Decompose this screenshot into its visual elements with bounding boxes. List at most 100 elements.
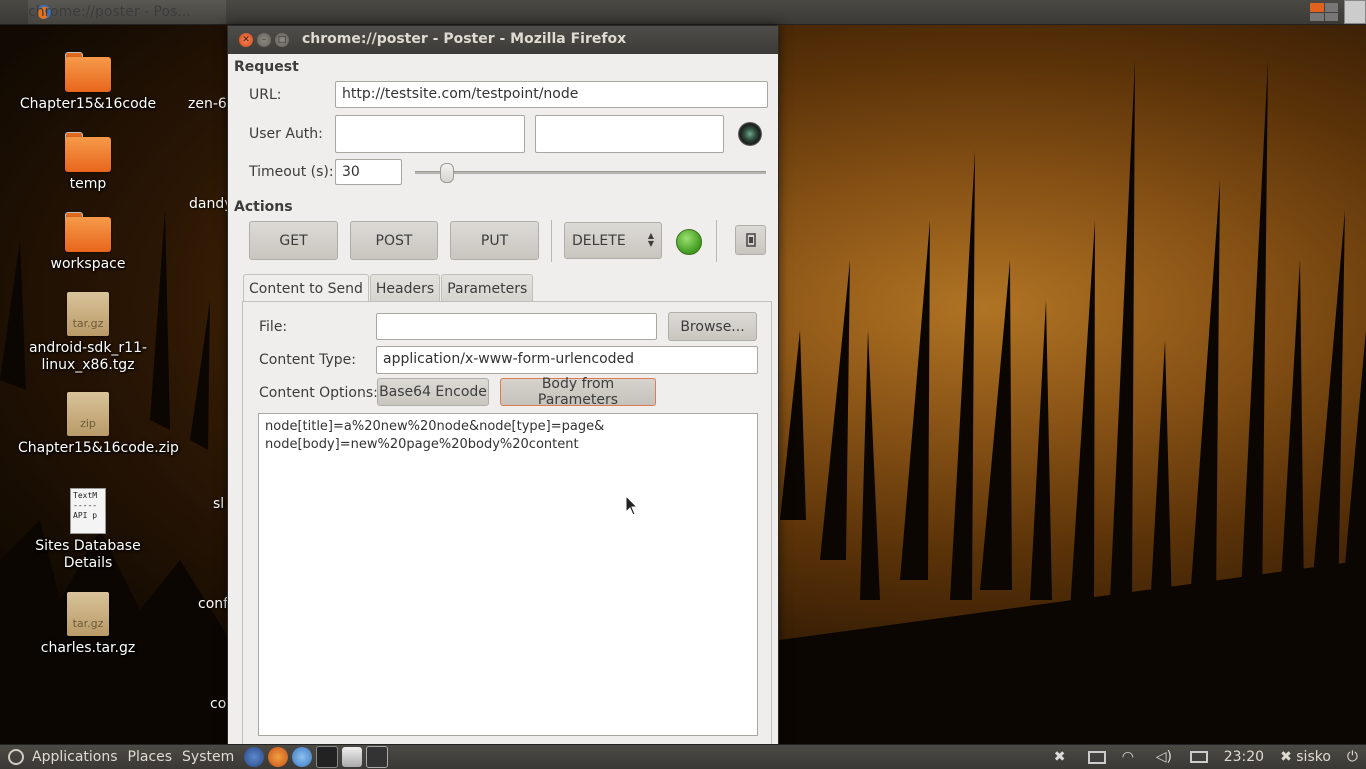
content-options-label: Content Options: (259, 385, 378, 401)
desktop-icon-label: workspace (50, 256, 126, 272)
request-body-textarea[interactable]: node[title]=a%20new%20node&node[type]=pa… (258, 413, 758, 736)
eclipse-launcher-icon[interactable] (244, 747, 265, 767)
request-body-line: node[title]=a%20new%20node&node[type]=pa… (265, 419, 605, 434)
tab-headers[interactable]: Headers (369, 274, 441, 302)
user-icon: ✖ (1280, 749, 1292, 765)
user-auth-username-input[interactable] (335, 115, 525, 153)
window-title: chrome://poster - Poster - Mozilla Firef… (302, 31, 627, 47)
desktop-icon-temp[interactable]: temp (13, 132, 163, 193)
window-titlebar[interactable]: ✕ – □ chrome://poster - Poster - Mozilla… (228, 26, 778, 54)
get-button[interactable]: GET (249, 221, 338, 260)
trash-icon[interactable] (1344, 0, 1366, 24)
taskbar-window-title: chrome://poster - Pos... (28, 4, 191, 20)
text-document-icon: TextM ----- API p (70, 488, 106, 534)
desktop-icon-sites-db[interactable]: TextM ----- API p Sites Database Details (13, 488, 163, 572)
content-type-label: Content Type: (259, 352, 357, 368)
content-to-send-panel: File: Browse... Content Type: applicatio… (242, 301, 772, 746)
desktop-icon-label-partial[interactable]: dandy (189, 196, 233, 212)
workspace-switcher[interactable] (1310, 3, 1338, 21)
desktop-icon-label: android-sdk_r11-linux_x86.tgz (28, 340, 148, 373)
top-right-applets (1310, 0, 1366, 24)
desktop-icon-chapter-zip[interactable]: zip Chapter15&16code.zip (13, 392, 179, 457)
clock[interactable]: 23:20 (1224, 749, 1264, 765)
timeout-input[interactable]: 30 (335, 159, 402, 185)
wifi-icon[interactable]: ◠ (1122, 749, 1140, 765)
bottom-panel: Applications Places System ✖ ◠ ◁) 23:20 … (0, 744, 1366, 769)
desktop-icon-label-partial[interactable]: conf (198, 596, 228, 612)
menu-applications[interactable]: Applications (32, 749, 118, 765)
body-from-parameters-button[interactable]: Body from Parameters (500, 376, 656, 408)
actions-separator (551, 220, 552, 262)
display-icon[interactable] (1087, 750, 1106, 764)
minimize-window-button[interactable]: – (257, 33, 271, 47)
base64-encode-button[interactable]: Base64 Encode (377, 378, 489, 406)
power-icon[interactable]: ⏻ (1347, 749, 1358, 765)
desktop-icon-label: Chapter15&16code (19, 96, 157, 112)
poster-window: ✕ – □ chrome://poster - Poster - Mozilla… (227, 25, 779, 746)
desktop-icon-label: charles.tar.gz (40, 640, 136, 656)
file-input[interactable] (376, 313, 657, 340)
browse-button[interactable]: Browse... (668, 312, 757, 341)
desktop-icon-label: Sites Database Details (35, 538, 141, 571)
folder-icon (65, 132, 111, 172)
request-body-line: node[body]=new%20page%20body%20content (265, 437, 579, 452)
desktop-icon-charles[interactable]: tar.gz charles.tar.gz (13, 592, 163, 657)
url-input[interactable]: http://testsite.com/testpoint/node (335, 81, 768, 108)
desktop-icon-label-partial[interactable]: co (210, 696, 226, 712)
save-settings-button[interactable] (735, 225, 766, 255)
auth-options-icon[interactable] (738, 122, 762, 146)
desktop-icon-label-partial[interactable]: zen-6. (188, 96, 231, 112)
tab-parameters[interactable]: Parameters (441, 274, 534, 302)
user-menu[interactable]: ✖ sisko (1280, 749, 1331, 765)
content-tabs: Content to Send Headers Parameters (243, 274, 534, 303)
timeout-slider[interactable] (415, 171, 766, 174)
browser-launcher-icon[interactable] (292, 747, 313, 767)
url-label: URL: (249, 87, 282, 103)
timeout-label: Timeout (s): (249, 164, 334, 180)
ubuntu-logo-icon (8, 749, 24, 765)
desktop-icon-label-partial[interactable]: sl (213, 496, 224, 512)
top-panel: chrome://poster - Pos... (0, 0, 1366, 25)
volume-icon[interactable]: ◁) (1156, 749, 1174, 765)
put-button[interactable]: PUT (450, 221, 539, 260)
taskbar-window-button[interactable]: chrome://poster - Pos... (28, 0, 226, 24)
actions-section-title: Actions (234, 199, 293, 215)
user-name: sisko (1296, 749, 1331, 765)
request-section-title: Request (234, 59, 299, 75)
terminal-launcher-icon[interactable] (316, 746, 339, 768)
select-arrows-icon: ▲ ▼ (647, 231, 654, 248)
method-select-value: DELETE (572, 232, 626, 249)
desktop-icon-workspace[interactable]: workspace (13, 212, 163, 273)
archive-icon: tar.gz (67, 592, 109, 636)
user-auth-label: User Auth: (249, 126, 323, 142)
content-type-input[interactable]: application/x-www-form-urlencoded (376, 346, 758, 374)
dropbox-icon[interactable]: ✖ (1054, 749, 1072, 765)
menu-places[interactable]: Places (128, 749, 173, 765)
folder-icon (65, 52, 111, 92)
folder-icon (65, 212, 111, 252)
desktop-icon-android-sdk[interactable]: tar.gz android-sdk_r11-linux_x86.tgz (13, 292, 163, 374)
firefox-launcher-icon[interactable] (268, 747, 289, 767)
tab-content-to-send[interactable]: Content to Send (243, 274, 369, 303)
maximize-window-button[interactable]: □ (275, 33, 289, 47)
system-monitor-launcher-icon[interactable] (366, 746, 389, 768)
file-label: File: (259, 319, 288, 335)
post-button[interactable]: POST (350, 221, 438, 260)
system-tray: ✖ ◠ ◁) 23:20 ✖ sisko ⏻ (1054, 745, 1358, 769)
timeout-slider-thumb[interactable] (439, 163, 454, 183)
desktop-icon-label: temp (69, 176, 107, 192)
method-select[interactable]: DELETE ▲ ▼ (564, 222, 662, 259)
mail-icon[interactable] (1189, 751, 1208, 763)
archive-icon: tar.gz (67, 292, 109, 336)
desktop-icon-label: Chapter15&16code.zip (18, 440, 179, 456)
status-indicator-icon (676, 229, 702, 255)
actions-separator (716, 220, 717, 262)
close-window-button[interactable]: ✕ (239, 33, 253, 47)
menu-system[interactable]: System (182, 749, 234, 765)
mouse-cursor-icon (625, 495, 639, 516)
settings-icon (745, 233, 756, 247)
phpmyadmin-launcher-icon[interactable] (342, 747, 363, 767)
archive-icon: zip (67, 392, 109, 436)
user-auth-password-input[interactable] (535, 115, 724, 153)
desktop-icon-chapter-folder[interactable]: Chapter15&16code (13, 52, 163, 113)
